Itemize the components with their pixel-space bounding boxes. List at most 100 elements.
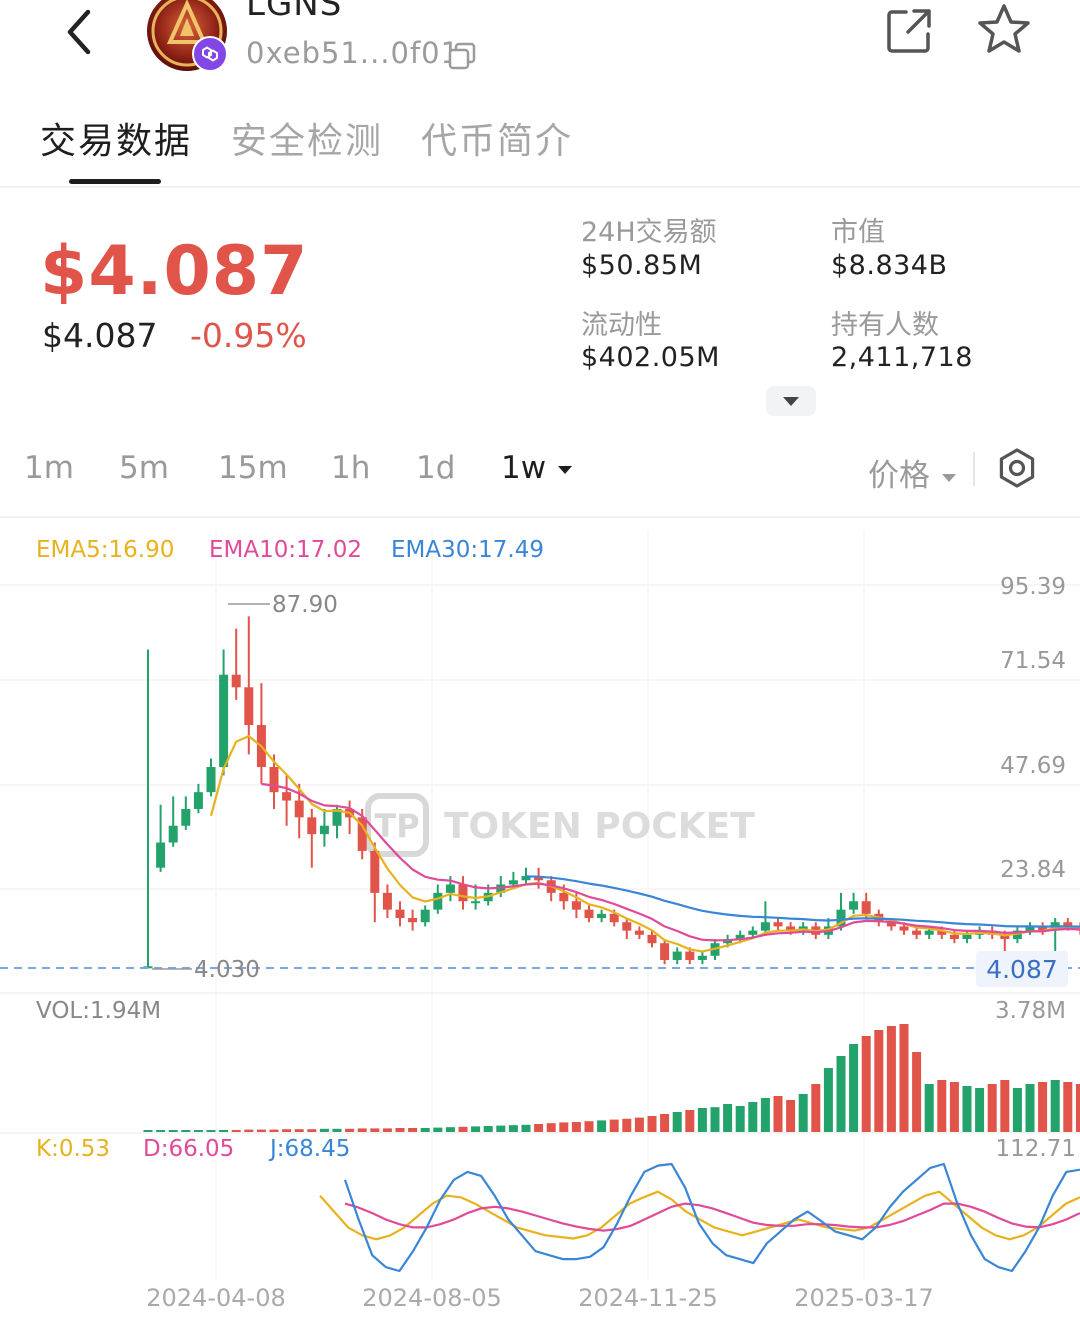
volume-bar: [181, 1130, 191, 1132]
kdj-k-legend: K:0.53: [36, 1136, 110, 1162]
candle-body: [168, 825, 178, 843]
candlesticks: [143, 616, 1080, 969]
candle-body: [660, 943, 670, 960]
x-tick-label: 2025-03-17: [794, 1284, 933, 1312]
candle-body: [458, 884, 468, 902]
volume-max-label: 3.78M: [995, 998, 1066, 1024]
volume-bar: [773, 1096, 783, 1132]
volume-bar: [1063, 1082, 1073, 1132]
watermark-text: TOKEN POCKET: [444, 806, 755, 847]
candle-body: [319, 825, 329, 835]
volume-bar: [849, 1044, 859, 1132]
volume-bar: [156, 1130, 166, 1132]
candle-body: [697, 955, 707, 960]
ema10-legend: EMA10:17.02: [209, 537, 362, 563]
candle-body: [685, 951, 695, 960]
candle-body: [181, 808, 191, 826]
volume-bar: [723, 1104, 733, 1132]
volume-bar: [319, 1128, 329, 1132]
ema5-legend: EMA5:16.90: [36, 537, 174, 563]
volume-bar: [357, 1128, 367, 1132]
volume-bar: [735, 1106, 745, 1132]
volume-bar: [786, 1100, 796, 1132]
volume-bar: [1000, 1080, 1010, 1132]
candle-body: [282, 792, 292, 801]
volume-bar: [244, 1129, 254, 1132]
volume-bar: [760, 1098, 770, 1132]
volume-bar: [420, 1128, 430, 1132]
volume-bar: [912, 1052, 922, 1132]
volume-bar: [559, 1122, 569, 1132]
candle-body: [408, 918, 418, 923]
watermark: TP TOKEN POCKET: [365, 793, 755, 857]
candle-body: [924, 930, 934, 935]
volume-bar: [962, 1086, 972, 1132]
volume-bar: [307, 1129, 317, 1132]
candle-body: [269, 767, 279, 793]
volume-bar: [836, 1056, 846, 1132]
volume-bar: [1012, 1088, 1022, 1132]
volume-bar: [1038, 1082, 1048, 1132]
volume-bar: [697, 1108, 707, 1132]
volume-bar: [748, 1102, 758, 1132]
kdj-d-legend: D:66.05: [143, 1136, 234, 1162]
volume-label: VOL:1.94M: [36, 998, 161, 1024]
volume-bar: [395, 1128, 405, 1132]
volume-bar: [219, 1130, 229, 1132]
volume-bar: [861, 1036, 871, 1132]
volume-bar: [345, 1128, 355, 1132]
y-tick-label: 23.84: [1000, 857, 1066, 883]
candle-body: [206, 767, 216, 793]
volume-bar: [269, 1129, 279, 1132]
candle-body: [672, 951, 682, 960]
volume-bars: [143, 1024, 1080, 1132]
volume-bar: [710, 1107, 720, 1132]
candle-body: [382, 892, 392, 910]
candle-body: [471, 901, 481, 904]
kdj-max-label: 112.71: [996, 1136, 1076, 1162]
candle-body: [294, 800, 304, 818]
volume-bar: [987, 1084, 997, 1132]
volume-bar: [546, 1123, 556, 1132]
volume-bar: [634, 1117, 644, 1132]
candle-body: [949, 934, 959, 940]
volume-bar: [332, 1128, 342, 1132]
candle-body: [156, 842, 166, 868]
candle-body: [231, 674, 241, 688]
candle-body: [445, 884, 455, 893]
candle-body: [634, 930, 644, 935]
x-tick-label: 2024-08-05: [362, 1284, 501, 1312]
kdj-k-line: [319, 1190, 1080, 1241]
volume-bar: [571, 1122, 581, 1132]
candle-body: [420, 909, 430, 923]
y-tick-label: 95.39: [1000, 574, 1066, 600]
candle-body: [508, 880, 518, 885]
kdj-lines: [319, 1162, 1080, 1273]
volume-bar: [949, 1082, 959, 1132]
price-chart[interactable]: TP TOKEN POCKET 4.087 87.90 4.030 EMA5:1…: [0, 0, 1080, 1323]
candle-body: [912, 930, 922, 935]
volume-bar: [282, 1129, 292, 1132]
low-marker-label: 4.030: [194, 957, 260, 983]
volume-bar: [471, 1126, 481, 1132]
volume-bar: [508, 1125, 518, 1132]
volume-bar: [408, 1128, 418, 1132]
volume-bar: [143, 1130, 153, 1132]
volume-bar: [445, 1127, 455, 1132]
x-tick-label: 2024-04-08: [146, 1284, 285, 1312]
candle-body: [307, 817, 317, 835]
y-tick-label: 71.54: [1000, 648, 1066, 674]
volume-bar: [521, 1124, 531, 1132]
candle-body: [899, 926, 909, 931]
candle-body: [193, 792, 203, 809]
volume-bar: [647, 1116, 657, 1132]
volume-bar: [1025, 1084, 1035, 1132]
volume-bar: [660, 1114, 670, 1132]
candle-body: [647, 934, 657, 944]
volume-bar: [823, 1068, 833, 1132]
volume-bar: [874, 1030, 884, 1132]
candle-body: [622, 922, 632, 931]
volume-bar: [168, 1130, 178, 1132]
volume-bar: [370, 1128, 380, 1132]
volume-bar: [294, 1129, 304, 1132]
